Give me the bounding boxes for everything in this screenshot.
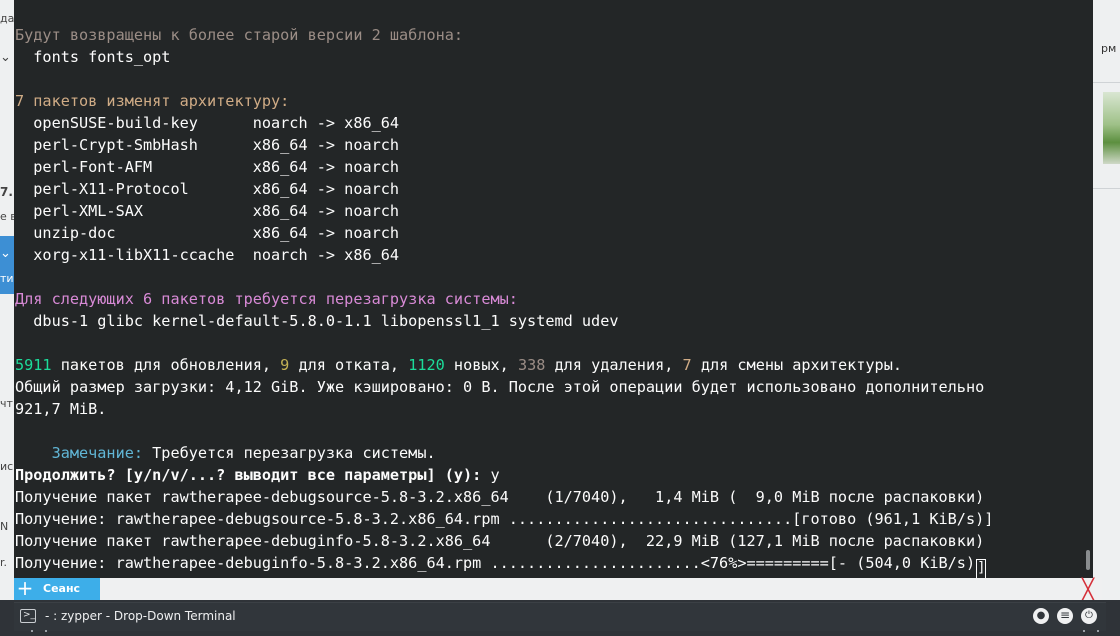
reboot-items: dbus-1 glibc kernel-default-5.8.0-1.1 li… (15, 312, 619, 330)
arch-row: unzip-doc x86_64 -> noarch (15, 224, 400, 242)
reboot-header: Для следующих 6 пакетов требуется переза… (15, 290, 518, 308)
bg-fragment: r. (0, 556, 8, 569)
prompt-text: Продолжить? [y/n/v/...? выводит все пара… (15, 466, 482, 484)
scrollbar-thumb[interactable] (1086, 550, 1090, 570)
prompt-line: Продолжить? [y/n/v/...? выводит все пара… (15, 464, 1079, 486)
chevron-down-icon[interactable]: ⌄ (0, 246, 11, 261)
summary-text: пакетов для обновления, (51, 356, 281, 374)
thumbnail-image[interactable] (1103, 92, 1120, 164)
tab-session[interactable]: Сеанс (36, 578, 100, 600)
summary-text: для отката, (289, 356, 409, 374)
arch-count: 7 (682, 356, 692, 374)
arch-row: perl-Font-AFM x86_64 -> noarch (15, 158, 400, 176)
bg-fragment: чт (0, 397, 13, 410)
prompt-answer: y (481, 466, 500, 484)
downgrade-items: fonts fonts_opt (15, 48, 171, 66)
summary-line: 5911 пакетов для обновления, 9 для откат… (15, 354, 1079, 376)
keep-open-button[interactable]: ● (1033, 608, 1049, 624)
resize-grip[interactable] (1097, 630, 1099, 632)
text-cursor: ] (976, 559, 987, 578)
progress-line: Получение: rawtherapee-debugsource-5.8-3… (15, 510, 994, 528)
progress-line-active: Получение: rawtherapee-debuginfo-5.8-3.2… (15, 552, 1079, 578)
summary-text: для смены архитектуры. (691, 356, 902, 374)
background-left-strip: да ⌄ 7. е в ⌄ ти чт ис N r. (0, 0, 17, 600)
summary-text: для удаления, (545, 356, 683, 374)
progress-text: Получение: rawtherapee-debuginfo-5.8-3.2… (15, 554, 976, 572)
bg-fragment: ти (0, 272, 14, 285)
session-tab-bar: + Сеанс ╳ (14, 578, 1102, 600)
download-size-line: Общий размер загрузки: 4,12 GiB. Уже кэш… (15, 378, 985, 396)
bg-fragment: N (0, 520, 9, 533)
progress-line: Получение пакет rawtherapee-debugsource-… (15, 488, 985, 506)
quit-button[interactable]: ⏻ (1081, 608, 1097, 624)
window-title: - : zypper - Drop-Down Terminal (45, 609, 236, 623)
note-text: Требуется перезагрузка системы. (143, 444, 436, 462)
resize-grip[interactable] (1083, 630, 1085, 632)
new-count: 1120 (408, 356, 445, 374)
terminal-icon: >_ (20, 609, 36, 623)
arch-row: perl-X11-Protocol x86_64 -> noarch (15, 180, 400, 198)
bg-selected-item[interactable] (0, 236, 14, 294)
bg-fragment: 7. (0, 185, 13, 199)
rollback-count: 9 (280, 356, 290, 374)
download-size-line: 921,7 MiB. (15, 400, 107, 418)
close-session-button[interactable]: ╳ (1078, 579, 1098, 599)
arch-row: openSUSE-build-key noarch -> x86_64 (15, 114, 400, 132)
bg-fragment: да (0, 12, 15, 25)
summary-text: новых, (444, 356, 518, 374)
progress-line: Получение пакет rawtherapee-debuginfo-5.… (15, 532, 985, 550)
divider (1093, 82, 1120, 83)
resize-grip[interactable] (45, 630, 47, 632)
chevron-down-icon[interactable]: ⌄ (0, 50, 11, 65)
new-session-button[interactable]: + (14, 578, 36, 600)
arch-row: xorg-x11-libX11-ccache noarch -> x86_64 (15, 246, 400, 264)
window-bar: >_ - : zypper - Drop-Down Terminal ● ≡ ⏻ (0, 600, 1120, 636)
arch-row: perl-XML-SAX x86_64 -> noarch (15, 202, 400, 220)
arch-header: 7 пакетов изменят архитектуру: (15, 92, 290, 110)
downgrade-header: Будут возвращены к более старой версии 2… (15, 26, 464, 44)
remove-count: 338 (517, 356, 546, 374)
bg-fragment: рм (1101, 42, 1117, 55)
resize-grip[interactable] (31, 630, 33, 632)
window-titlebar[interactable]: >_ - : zypper - Drop-Down Terminal ● ≡ ⏻ (14, 602, 1106, 631)
arch-row: perl-Crypt-SmbHash x86_64 -> noarch (15, 136, 400, 154)
note-line: Замечание: Требуется перезагрузка систем… (15, 442, 1079, 464)
divider (1093, 188, 1120, 189)
screen: да ⌄ 7. е в ⌄ ти чт ис N r. рм Будут воз… (0, 0, 1120, 636)
terminal-output[interactable]: Будут возвращены к более старой версии 2… (14, 0, 1093, 578)
bg-fragment: ис (0, 460, 14, 473)
menu-button[interactable]: ≡ (1057, 608, 1073, 624)
background-right-strip: рм (1093, 0, 1120, 600)
update-count: 5911 (15, 356, 52, 374)
note-label: Замечание: (15, 444, 144, 462)
